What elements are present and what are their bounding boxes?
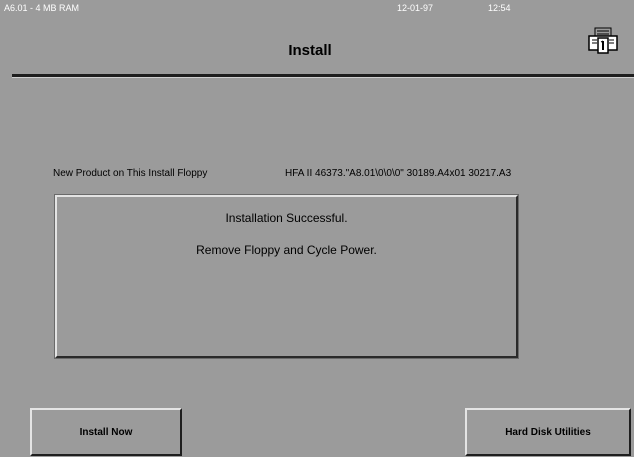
printer-icon[interactable] [586, 25, 620, 55]
time-display: 12:54 [488, 3, 511, 13]
date-display: 12-01-97 [397, 3, 434, 13]
install-now-button[interactable]: Install Now [30, 408, 182, 456]
status-message-line1: Installation Successful. [225, 211, 348, 225]
header-divider-highlight [12, 77, 634, 78]
product-label: New Product on This Install Floppy [53, 168, 208, 179]
status-message-line2: Remove Floppy and Cycle Power. [196, 243, 377, 257]
hard-disk-utilities-button[interactable]: Hard Disk Utilities [465, 408, 631, 456]
install-screen: A6.01 - 4 MB RAM 12-01-97 12:54 Install … [0, 0, 634, 457]
product-value: HFA II 46373."A8.01\0\0\0" 30189.A4x01 3… [285, 168, 512, 179]
status-message-panel: Installation Successful. Remove Floppy a… [54, 194, 519, 359]
page-title: Install [288, 42, 332, 59]
version-info: A6.01 - 4 MB RAM [4, 3, 80, 13]
